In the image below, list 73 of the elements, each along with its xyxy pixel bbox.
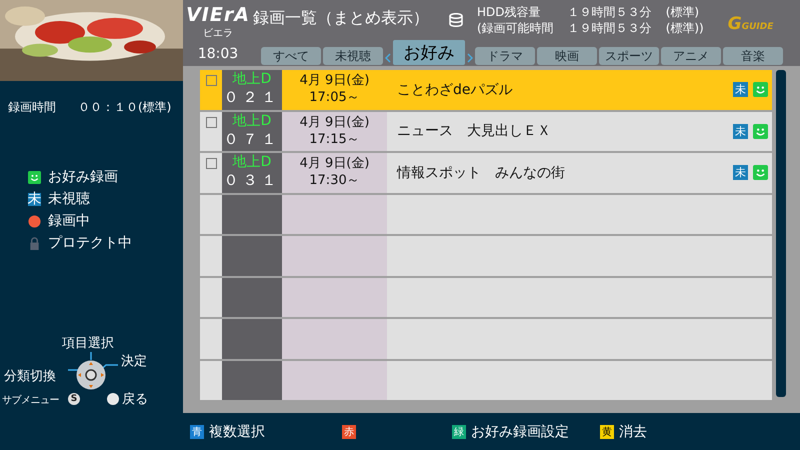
recording-row[interactable]: 地上D ０２１ 4月 9日(金) 17:05～ ことわざdeパズル 未 — [200, 70, 772, 110]
channel-type: 地上D — [232, 153, 272, 171]
channel-number: ０２１ — [224, 88, 280, 106]
channel-number: ０３１ — [224, 171, 280, 189]
unwatched-badge: 未 — [28, 192, 41, 206]
channel-type: 地上D — [232, 112, 272, 130]
program-title: ことわざdeパズル — [397, 80, 514, 99]
key-action-label: お好み録画設定 — [471, 422, 569, 440]
recording-row[interactable]: 地上D ０３１ 4月 9日(金) 17:30～ 情報スポット みんなの街 未 — [200, 153, 772, 192]
time-value: １９時間５３分 — [568, 20, 652, 36]
color-key: 青 — [190, 424, 204, 438]
category-tab[interactable]: アニメ — [661, 47, 721, 65]
category-tab[interactable]: 音楽 — [723, 47, 783, 65]
enter-label: 決定 — [121, 353, 147, 370]
key-action-label: 複数選択 — [209, 422, 265, 440]
category-tab[interactable]: スポーツ — [599, 47, 659, 65]
smiley-icon — [28, 170, 41, 184]
program-title: ニュース 大見出しＥＸ — [397, 122, 552, 140]
air-time: 17:30～ — [309, 172, 360, 189]
program-title: 情報スポット みんなの街 — [397, 164, 566, 182]
air-date: 4月 9日(金) — [300, 155, 370, 172]
lock-icon — [28, 236, 41, 250]
submenu-key: S — [68, 393, 80, 405]
disk-icon — [449, 13, 463, 27]
color-key: 赤 — [342, 424, 356, 438]
category-tab[interactable]: 映画 — [537, 47, 597, 65]
scrollbar[interactable] — [776, 70, 786, 397]
color-key: 緑 — [452, 424, 466, 438]
unwatched-badge: 未 — [733, 165, 748, 180]
category-tab[interactable]: 未視聴 — [323, 47, 383, 65]
air-date: 4月 9日(金) — [300, 114, 370, 130]
air-date: 4月 9日(金) — [300, 72, 370, 89]
unwatched-badge: 未 — [733, 82, 748, 98]
guide-logo: GGUIDE — [728, 13, 774, 34]
recording-row[interactable]: 地上D ０７１ 4月 9日(金) 17:15～ ニュース 大見出しＥＸ 未 — [200, 112, 772, 151]
channel-number: ０７１ — [224, 130, 280, 148]
chevron-right-icon — [467, 53, 473, 63]
hdd-value: １９時間５３分 — [568, 4, 652, 20]
category-tab[interactable]: ドラマ — [475, 47, 535, 65]
dpad-icon — [76, 360, 106, 390]
channel-type: 地上D — [232, 70, 272, 88]
unwatched-badge: 未 — [733, 124, 748, 139]
legend-label: プロテクト中 — [48, 234, 132, 252]
air-time: 17:05～ — [309, 89, 360, 106]
brand-logo-sub: ビエラ — [203, 27, 233, 40]
checkbox[interactable] — [206, 158, 216, 169]
chevron-left-icon — [385, 53, 391, 63]
recording-dot-icon — [28, 214, 41, 228]
submenu-label: サブメニュー — [2, 394, 59, 407]
legend-label: 録画中 — [48, 212, 90, 230]
leader-line — [90, 352, 92, 360]
checkbox[interactable] — [206, 75, 216, 86]
checkbox[interactable] — [206, 116, 216, 128]
legend-label: お好み録画 — [48, 168, 118, 186]
color-key: 黄 — [600, 424, 614, 438]
category-tab[interactable]: すべて — [261, 47, 321, 65]
up-label: 項目選択 — [62, 335, 114, 352]
hdd-mode: (標準) — [666, 4, 700, 20]
time-label: (録画可能時間 — [477, 20, 554, 36]
category-tab[interactable]: お好み — [393, 40, 465, 65]
back-label: 戻る — [122, 391, 148, 408]
hdd-label: HDD残容量 — [477, 4, 542, 20]
key-action-label: 消去 — [619, 422, 647, 440]
back-key-icon — [107, 393, 119, 405]
brand-logo: VIErA — [186, 4, 250, 26]
recording-time-label: 録画時間 — [8, 99, 56, 116]
recording-time-value: ００：１０(標準) — [78, 99, 172, 116]
screen-title: 録画一覧（まとめ表示） — [253, 7, 430, 29]
clock: 18:03 — [198, 46, 238, 62]
legend-label: 未視聴 — [48, 190, 90, 208]
time-mode: (標準)) — [666, 20, 704, 36]
left-label: 分類切換 — [4, 368, 56, 385]
air-time: 17:15～ — [309, 130, 360, 148]
